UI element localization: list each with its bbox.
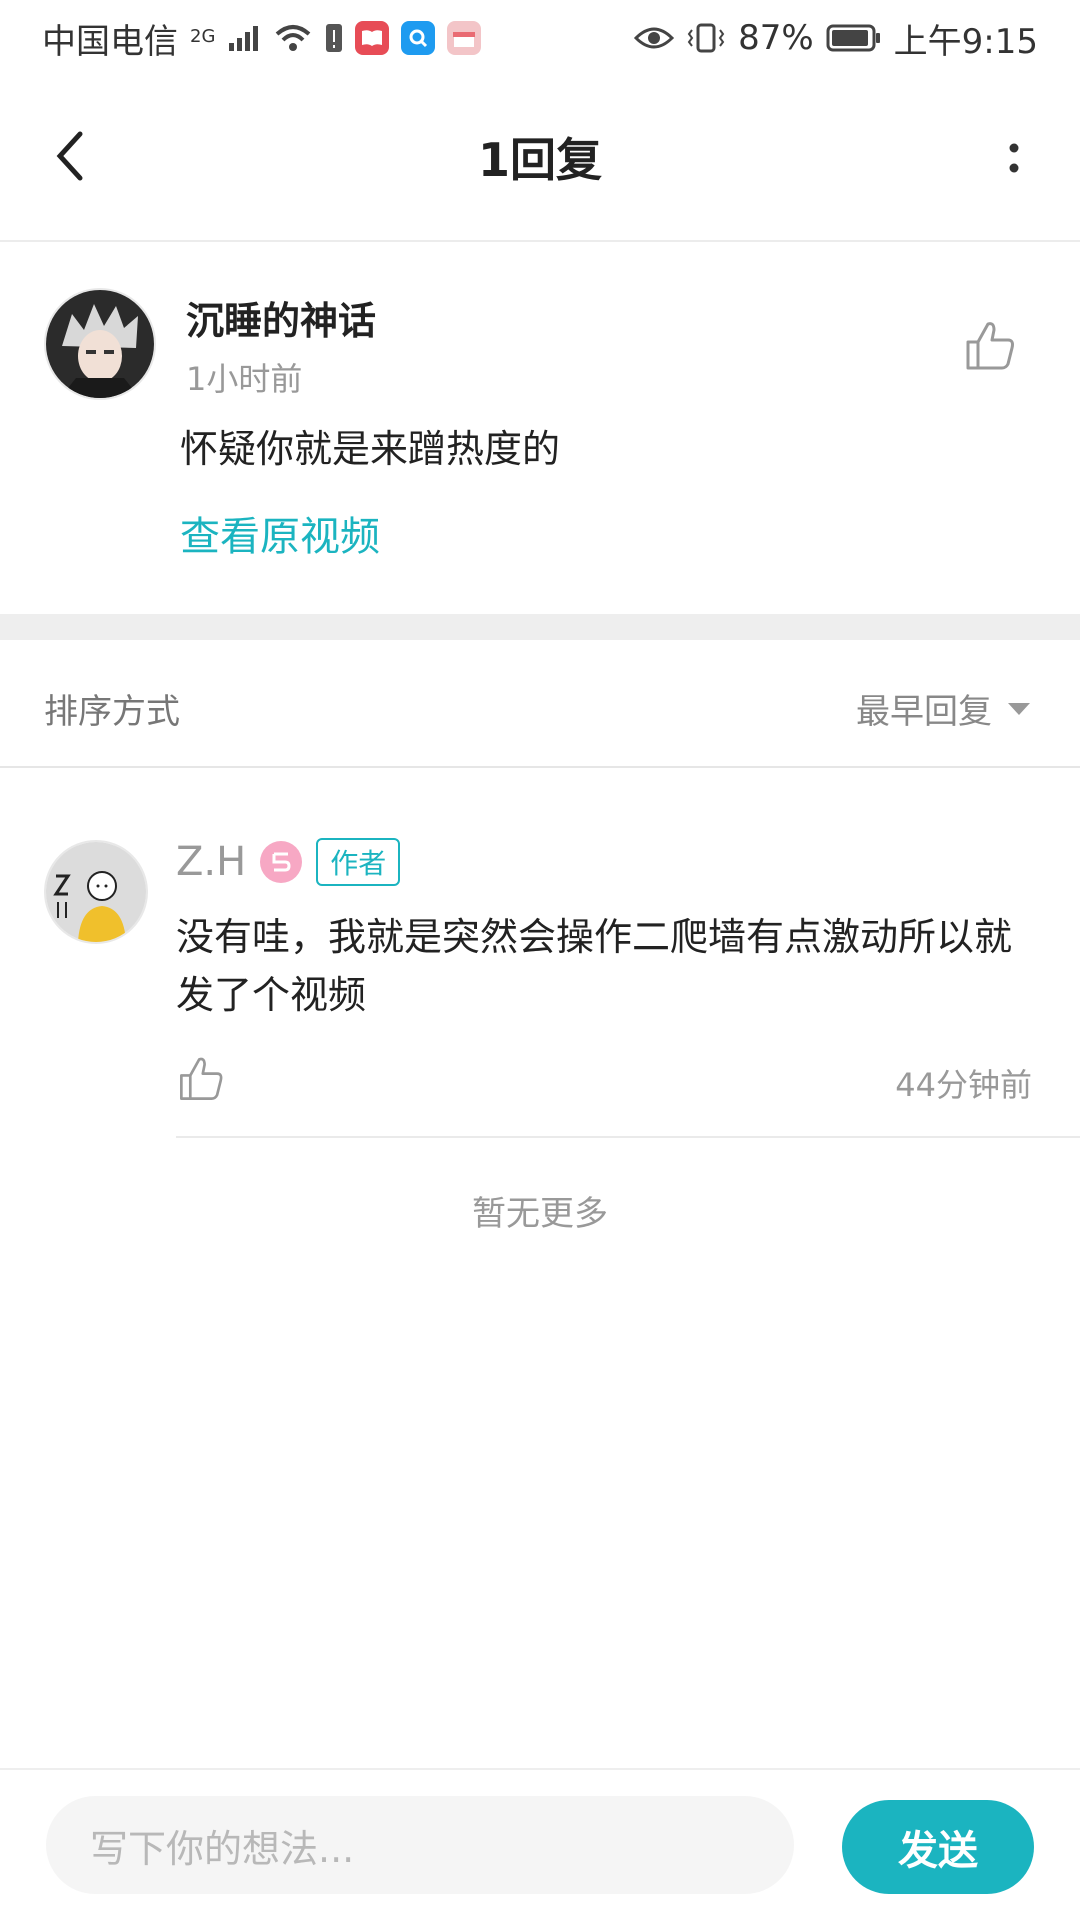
signal-icon [227, 23, 261, 53]
eye-icon [634, 24, 675, 52]
reply-text: 没有哇，我就是突然会操作二爬墙有点激动所以就发了个视频 [176, 915, 1013, 1017]
author-tag: 作者 [316, 838, 401, 886]
reply-item: Z.H 作者 没有哇，我就是突然会操作二爬墙有点激动所以就发了个视频 44分钟前 [0, 768, 1080, 1138]
level-badge-icon [260, 841, 303, 883]
avatar[interactable] [44, 288, 156, 400]
carrier-label: 中国电信 [42, 21, 178, 62]
clock: 上午9:15 [893, 21, 1038, 62]
thumbs-up-icon [966, 322, 1014, 370]
status-left: 中国电信 2G [42, 14, 482, 63]
more-button[interactable] [994, 130, 1034, 190]
avatar[interactable] [44, 840, 148, 944]
page-title: 1回复 [477, 133, 602, 187]
reply-time: 44分钟前 [895, 1066, 1032, 1104]
sort-dropdown[interactable]: 最早回复 [856, 684, 1032, 733]
view-original-video-link[interactable]: 查看原视频 [180, 504, 380, 562]
vibrate-icon [686, 22, 726, 54]
thumbs-up-icon [180, 1057, 223, 1100]
avatar-image [46, 842, 146, 942]
sort-value: 最早回复 [856, 692, 992, 732]
reply-username[interactable]: Z.H [176, 839, 246, 885]
battery-icon [826, 23, 882, 53]
wifi-icon [273, 22, 313, 54]
network-type-label: 2G [190, 25, 216, 47]
top-bar: 1回复 [0, 76, 1080, 242]
comment-text: 怀疑你就是来蹭热度的 [180, 427, 561, 471]
battery-percent: 87% [738, 18, 814, 58]
sort-label: 排序方式 [44, 692, 180, 732]
alert-icon [325, 22, 343, 54]
comment-username[interactable]: 沉睡的神话 [186, 290, 376, 345]
comment-time: 1小时前 [186, 360, 303, 398]
more-vertical-icon [1009, 143, 1019, 173]
no-more-text: 暂无更多 [472, 1194, 608, 1234]
book-app-icon [355, 21, 390, 55]
comment-input[interactable]: 写下你的想法... [46, 1796, 794, 1894]
sort-bar: 排序方式 最早回复 [0, 640, 1080, 768]
comment-input-placeholder: 写下你的想法... [90, 1826, 355, 1871]
status-bar: 中国电信 2G 87% 上午9:15 [0, 0, 1080, 76]
like-button[interactable] [962, 318, 1018, 374]
caret-down-icon [1008, 702, 1030, 715]
reply-divider [176, 1136, 1080, 1138]
reply-user-row: Z.H 作者 [176, 838, 401, 886]
search-app-icon [401, 21, 436, 55]
gift-app-icon [447, 21, 482, 55]
like-button[interactable] [176, 1054, 226, 1104]
composer-bar: 写下你的想法... 发送 [0, 1768, 1080, 1922]
original-comment: 沉睡的神话 1小时前 怀疑你就是来蹭热度的 查看原视频 [0, 242, 1080, 614]
send-button[interactable]: 发送 [842, 1800, 1034, 1894]
avatar-image [46, 290, 154, 398]
status-right: 87% 上午9:15 [634, 14, 1038, 63]
section-separator [0, 614, 1080, 640]
